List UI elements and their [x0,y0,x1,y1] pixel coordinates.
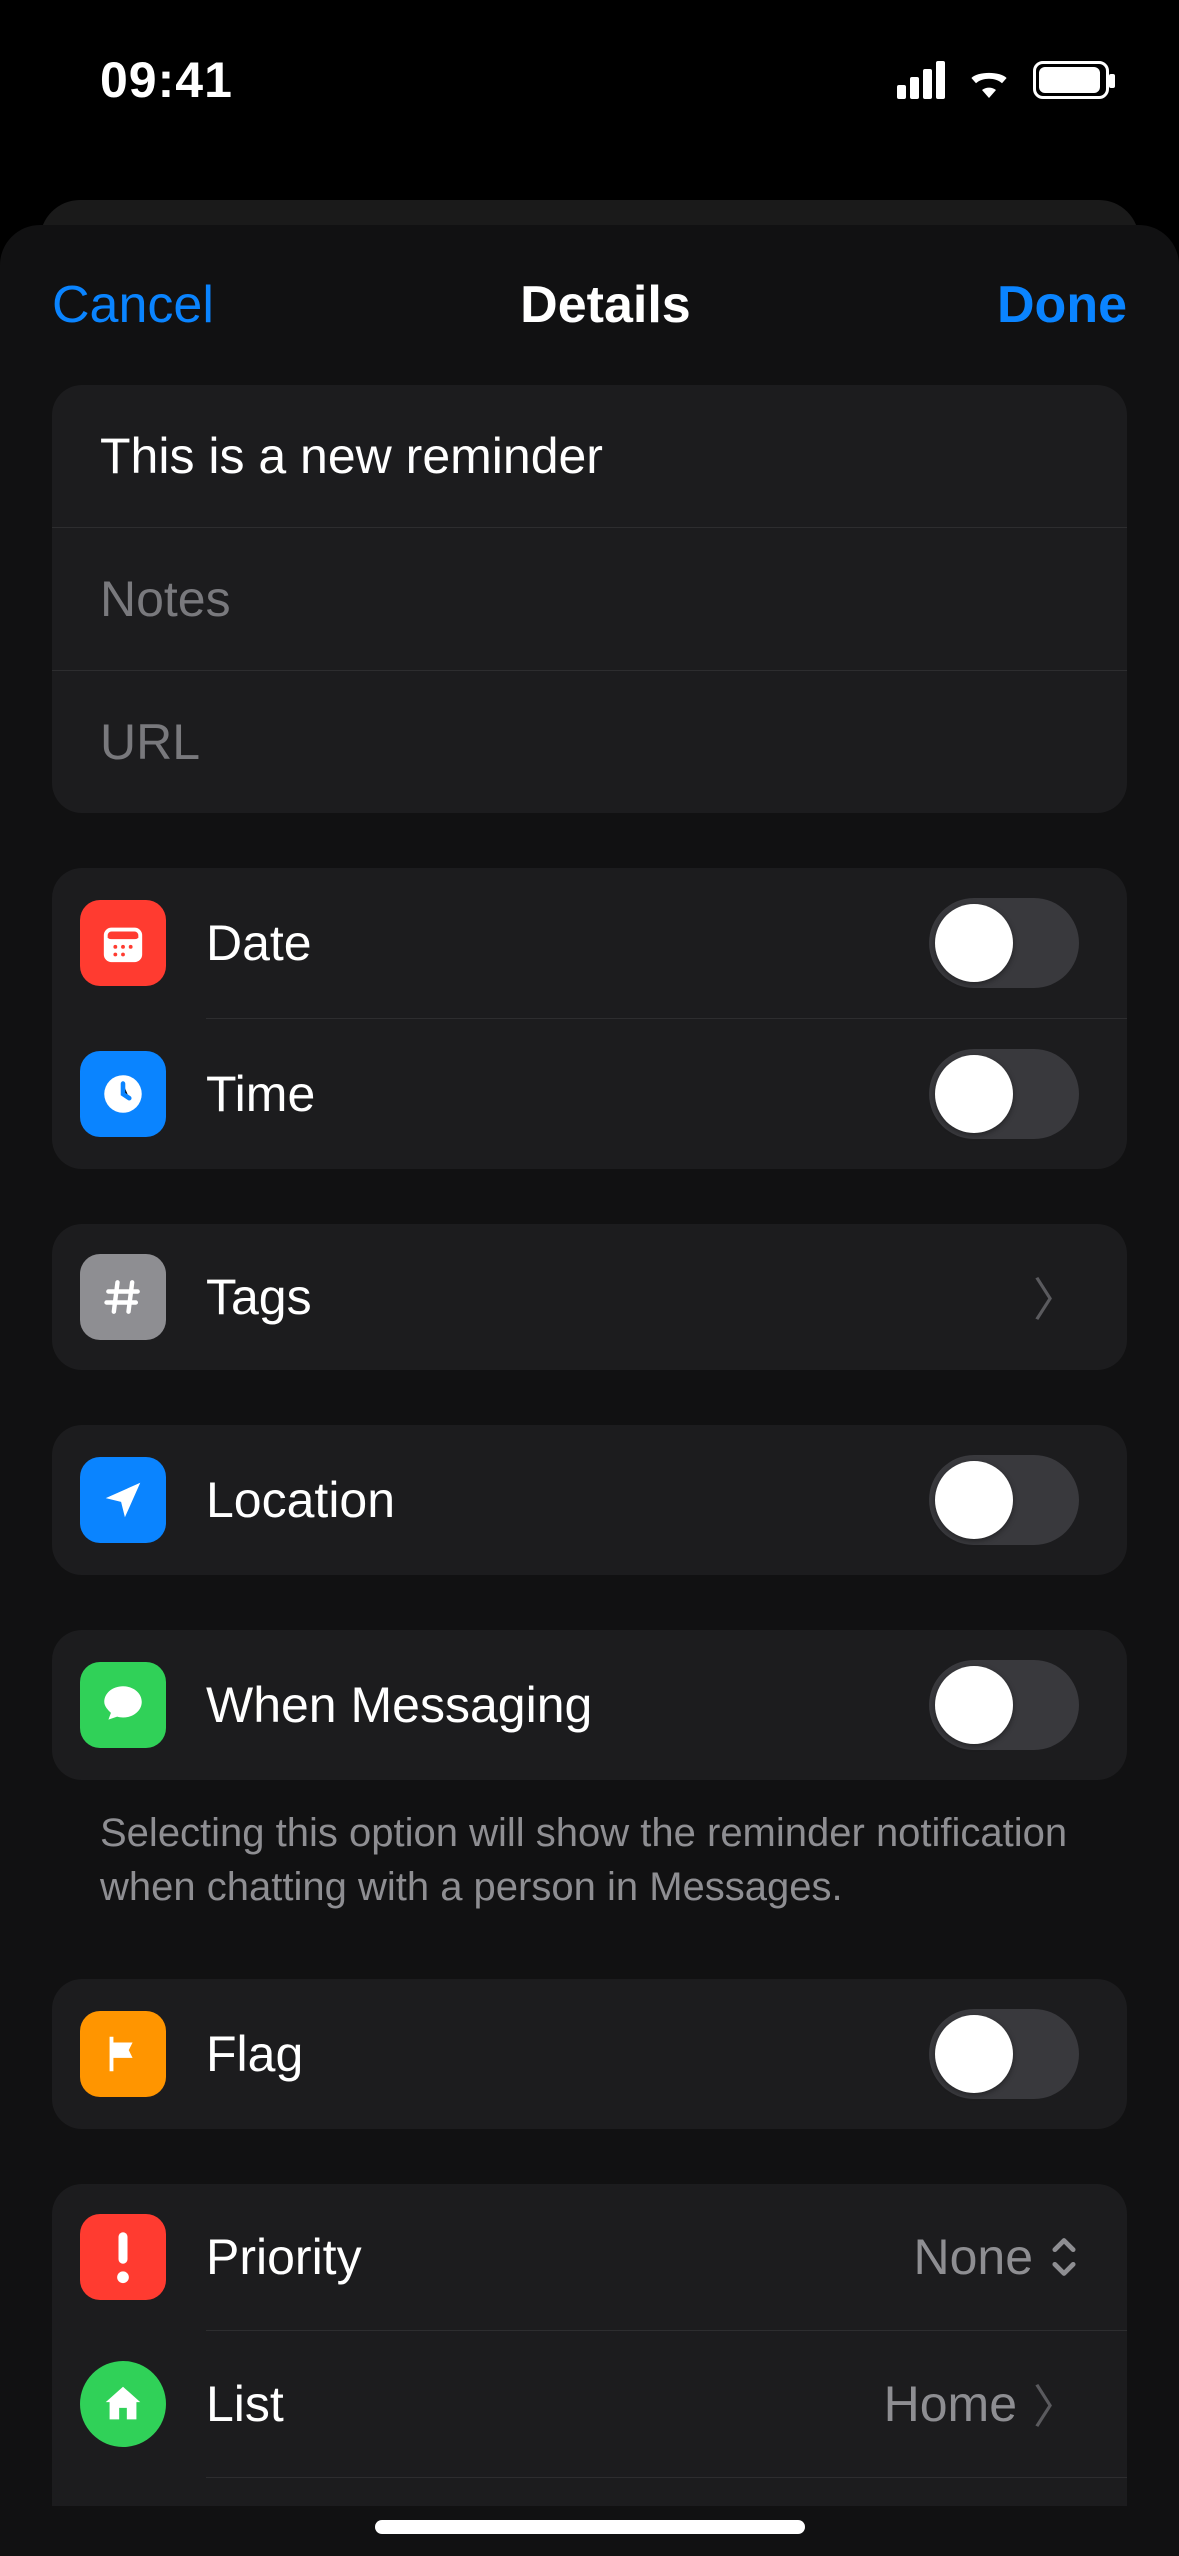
url-cell[interactable] [52,671,1127,813]
messaging-group: When Messaging [52,1630,1127,1780]
tags-row[interactable]: Tags 〉 [52,1224,1127,1370]
cellular-signal-icon [897,61,945,99]
flag-label: Flag [206,2025,929,2083]
messaging-toggle[interactable] [929,1660,1079,1750]
status-bar: 09:41 [0,0,1179,160]
location-arrow-icon [80,1457,166,1543]
content-scroll[interactable]: Date Time Tags 〉 [0,385,1179,2506]
time-toggle[interactable] [929,1049,1079,1139]
details-sheet: Cancel Details Done Date [0,225,1179,2556]
status-time: 09:41 [100,51,233,109]
location-label: Location [206,1471,929,1529]
messaging-row[interactable]: When Messaging [52,1630,1127,1780]
notes-cell[interactable] [52,528,1127,671]
status-icons [897,56,1109,104]
hash-icon [80,1254,166,1340]
title-input[interactable] [100,427,1079,485]
notes-input[interactable] [100,570,1079,628]
battery-icon [1033,61,1109,99]
exclamation-icon [80,2214,166,2300]
list-value: Home [884,2375,1017,2433]
done-button[interactable]: Done [997,275,1127,335]
calendar-icon [80,900,166,986]
flag-row[interactable]: Flag [52,1979,1127,2129]
text-fields-group [52,385,1127,813]
time-row[interactable]: Time [52,1019,1127,1169]
priority-list-group: Priority None List Home 〉 Secti [52,2184,1127,2506]
wifi-icon [965,56,1013,104]
home-indicator[interactable] [375,2520,805,2534]
navigation-bar: Cancel Details Done [0,275,1179,385]
priority-label: Priority [206,2228,913,2286]
time-label: Time [206,1065,929,1123]
url-input[interactable] [100,713,1079,771]
chevron-right-icon: 〉 [1033,1264,1079,1330]
house-icon [80,2361,166,2447]
date-row[interactable]: Date [52,868,1127,1018]
date-toggle[interactable] [929,898,1079,988]
date-time-group: Date Time [52,868,1127,1169]
priority-value: None [913,2228,1033,2286]
location-group: Location [52,1425,1127,1575]
flag-icon [80,2011,166,2097]
priority-row[interactable]: Priority None [52,2184,1127,2330]
tags-group: Tags 〉 [52,1224,1127,1370]
list-row[interactable]: List Home 〉 [52,2331,1127,2477]
date-label: Date [206,914,929,972]
cancel-button[interactable]: Cancel [52,275,214,335]
section-row[interactable]: Section None 〉 [52,2478,1127,2506]
chevron-right-icon: 〉 [1033,2371,1079,2437]
messaging-label: When Messaging [206,1676,929,1734]
messaging-footer: Selecting this option will show the remi… [52,1786,1127,1914]
location-toggle[interactable] [929,1455,1079,1545]
flag-group: Flag [52,1979,1127,2129]
tags-label: Tags [206,1268,1033,1326]
page-title: Details [520,275,691,335]
location-row[interactable]: Location [52,1425,1127,1575]
list-label: List [206,2375,884,2433]
message-bubble-icon [80,1662,166,1748]
updown-icon [1049,2235,1079,2279]
clock-icon [80,1051,166,1137]
title-cell[interactable] [52,385,1127,528]
flag-toggle[interactable] [929,2009,1079,2099]
